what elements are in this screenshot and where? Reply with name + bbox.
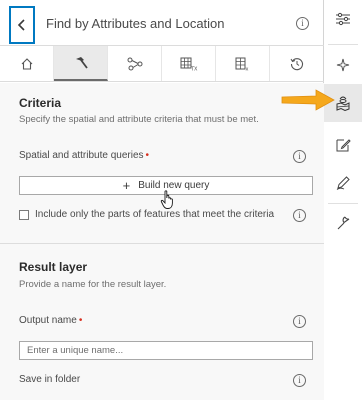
criteria-description: Specify the spatial and attribute criter… [19,114,259,125]
wrench-icon [337,216,350,230]
output-name-info-icon[interactable]: i [293,315,306,328]
output-name-label: Output name • [19,315,82,326]
queries-label: Spatial and attribute queries • [19,150,149,161]
required-indicator: • [145,150,150,161]
tab-network[interactable] [108,46,162,81]
tool-panel: Find by Attributes and Location i TX x C… [0,0,324,400]
include-parts-checkbox[interactable] [19,210,29,220]
rail-sparkle[interactable] [324,46,362,84]
edit-icon [336,139,351,152]
tab-home[interactable] [0,46,54,81]
save-in-folder-label: Save in folder [19,374,81,385]
action-rail [324,0,362,400]
tab-tools[interactable] [54,46,108,81]
map-analysis-icon [336,96,350,111]
hand-cursor-icon [160,190,173,209]
panel-header: Find by Attributes and Location i [0,0,324,46]
required-indicator: • [78,315,83,326]
include-parts-info-icon[interactable]: i [293,209,306,222]
rail-edit[interactable] [324,126,362,164]
plus-icon: + [122,178,131,193]
rail-tools[interactable] [324,204,362,242]
network-icon [127,57,142,70]
section-divider [0,243,324,244]
history-icon [290,57,303,70]
tab-history[interactable] [270,46,324,81]
result-layer-description: Provide a name for the result layer. [19,279,167,290]
criteria-heading: Criteria [19,96,62,110]
tool-tabs: TX x [0,46,324,82]
sliders-icon [336,12,350,26]
svg-text:TX: TX [190,66,198,71]
tab-table-x[interactable]: x [216,46,270,81]
include-parts-label: Include only the parts of features that … [35,209,275,220]
panel-title: Find by Attributes and Location [46,16,225,31]
rail-divider [328,44,358,45]
sparkle-icon [336,58,350,72]
rail-settings[interactable] [324,0,362,38]
table-tx-icon: TX [180,57,198,71]
queries-info-icon[interactable]: i [293,150,306,163]
panel-content: Criteria Specify the spatial and attribu… [0,83,324,400]
output-name-label-text: Output name [19,315,77,326]
info-icon[interactable]: i [296,17,309,30]
result-layer-heading: Result layer [19,260,88,274]
svg-text:x: x [245,66,248,71]
save-folder-info-icon[interactable]: i [293,374,306,387]
chevron-left-icon [17,19,25,31]
hammer-icon [75,56,88,69]
queries-label-text: Spatial and attribute queries [19,150,144,161]
tab-table-tx[interactable]: TX [162,46,216,81]
rail-sketch[interactable] [324,164,362,202]
back-button[interactable] [9,6,35,44]
table-x-icon: x [235,57,248,71]
pen-icon [336,176,350,190]
output-name-input[interactable] [19,341,313,360]
pointer-arrow-icon [281,89,335,111]
home-icon [21,57,32,70]
